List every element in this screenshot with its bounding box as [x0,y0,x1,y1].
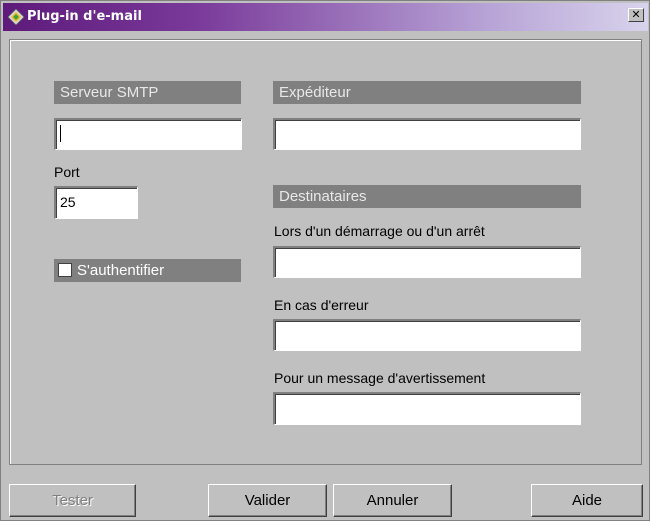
validate-button[interactable]: Valider [208,484,327,517]
close-icon: ✕ [631,8,641,21]
cancel-button[interactable]: Annuler [333,484,452,517]
port-value: 25 [60,194,76,210]
error-label: En cas d'erreur [274,297,369,313]
text-caret [60,125,61,142]
port-label: Port [54,164,80,180]
warning-recipients-input[interactable] [273,392,581,425]
recipients-header: Destinataires [273,185,581,208]
error-recipients-input[interactable] [273,319,581,351]
title-bar[interactable]: Plug-in d'e-mail ✕ [3,3,648,31]
plugin-diamond-icon [8,9,24,25]
authenticate-checkbox[interactable] [58,263,72,277]
window-title: Plug-in d'e-mail [27,9,142,24]
warning-label: Pour un message d'avertissement [274,370,486,386]
start-stop-recipients-input[interactable] [273,246,581,278]
help-button[interactable]: Aide [531,484,643,517]
authenticate-checkbox-row[interactable]: S'authentifier [54,259,241,282]
start-stop-label: Lors d'un démarrage ou d'un arrêt [274,223,485,239]
test-button[interactable]: Tester [9,484,136,517]
smtp-server-input[interactable] [54,118,242,150]
sender-input[interactable] [273,118,581,150]
email-plugin-dialog: Plug-in d'e-mail ✕ Serveur SMTP Port 25 … [0,0,650,521]
sender-header: Expéditeur [273,81,581,104]
smtp-server-header: Serveur SMTP [54,81,241,104]
authenticate-label: S'authentifier [77,262,165,279]
close-button[interactable]: ✕ [628,8,644,22]
port-input[interactable]: 25 [54,186,138,219]
